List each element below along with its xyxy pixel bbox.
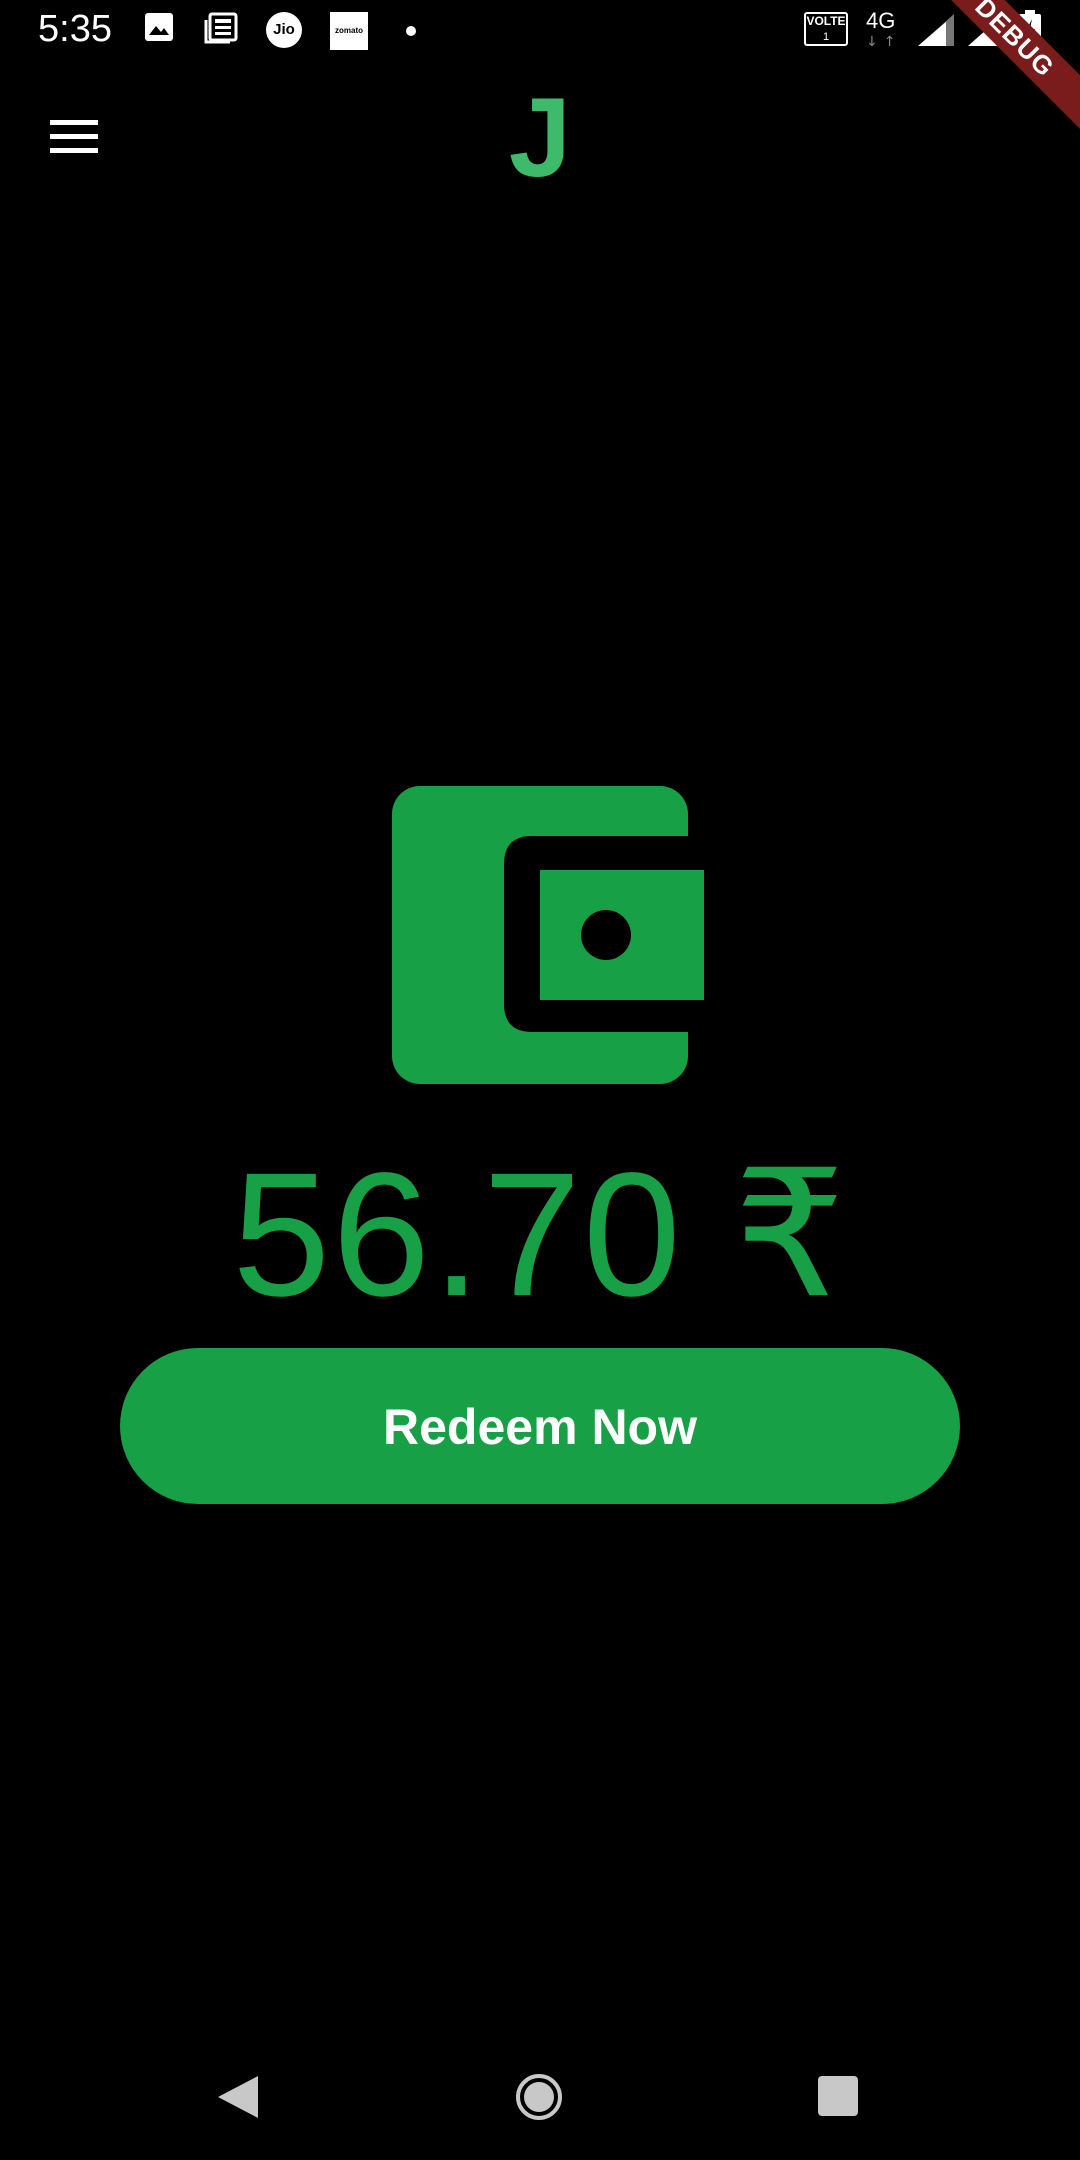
wallet-balance: 56.70 ₹: [232, 1137, 848, 1333]
more-notifications-dot-icon: [406, 26, 416, 36]
signal-strength-icon: [918, 14, 954, 46]
volte-sim-label: 1: [822, 31, 830, 43]
jio-notification-icon: Jio: [266, 12, 302, 48]
nav-recents-icon[interactable]: [818, 2076, 858, 2116]
status-bar: 5:35 Jio zomato VOLTE 1 4G ↓↑: [0, 0, 1080, 64]
volte-badge: VOLTE 1: [804, 12, 848, 46]
network-activity-icon: ↓↑: [866, 34, 902, 50]
volte-label: VOLTE: [806, 14, 846, 28]
status-time: 5:35: [38, 8, 112, 50]
news-notification-icon: [204, 12, 238, 44]
nav-back-icon[interactable]: [216, 2074, 260, 2120]
nav-home-icon[interactable]: [515, 2073, 563, 2121]
app-logo: J: [508, 75, 572, 200]
zomato-notification-icon: zomato: [330, 12, 368, 50]
gallery-notification-icon: [145, 13, 173, 41]
network-type-label: 4G: [866, 8, 896, 33]
wallet-icon: [392, 786, 704, 1084]
redeem-now-button[interactable]: Redeem Now: [120, 1348, 960, 1504]
